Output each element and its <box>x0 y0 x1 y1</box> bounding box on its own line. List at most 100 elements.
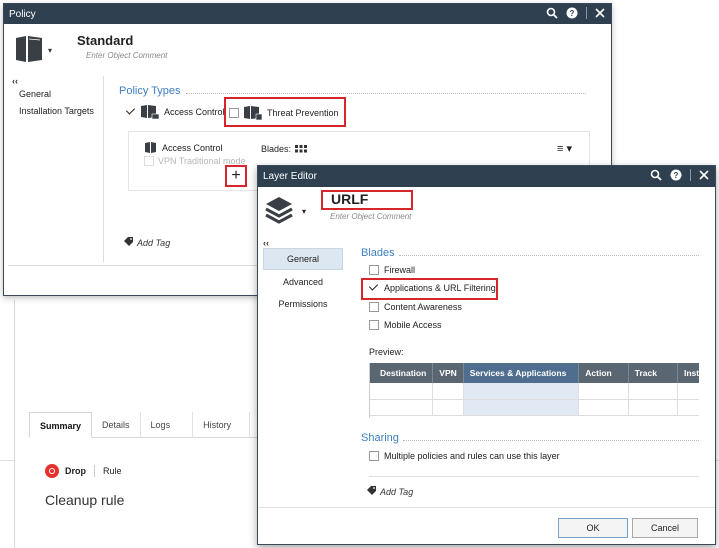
layer-name-row: Access Control <box>144 142 223 154</box>
tab-summary[interactable]: Summary <box>29 412 93 438</box>
blade-label: Mobile Access <box>384 320 442 330</box>
object-comment[interactable]: Enter Object Comment <box>86 51 167 60</box>
threat-prevention-option[interactable]: Threat Prevention <box>229 105 339 121</box>
object-name[interactable]: Standard <box>77 33 133 48</box>
layer-name[interactable]: Access Control <box>162 143 223 153</box>
tab-logs[interactable]: Logs <box>141 412 194 438</box>
divider <box>403 440 699 441</box>
object-comment[interactable]: Enter Object Comment <box>330 212 411 221</box>
divider <box>94 465 95 477</box>
column-header: Instal <box>677 363 699 383</box>
divider <box>0 460 14 461</box>
help-icon[interactable]: ? <box>566 7 578 19</box>
add-layer-button[interactable]: + <box>225 165 247 187</box>
firewall-checkbox[interactable] <box>369 265 379 275</box>
table-row <box>370 399 699 416</box>
mobile-access-checkbox[interactable] <box>369 320 379 330</box>
search-icon[interactable] <box>546 7 558 19</box>
chevron-down-icon[interactable]: ▾ <box>48 46 52 55</box>
add-tag-label: Add Tag <box>137 237 171 248</box>
blades-title: Blades <box>361 247 395 259</box>
ok-button[interactable]: OK <box>558 518 628 538</box>
blade-label: Firewall <box>384 265 416 275</box>
layer-editor-titlebar: Layer Editor ? <box>258 166 715 187</box>
column-header: Destination <box>370 363 434 383</box>
access-control-checkbox[interactable] <box>126 107 136 117</box>
nav-installation-targets[interactable]: Installation Targets <box>19 106 94 116</box>
divider <box>259 507 715 508</box>
column-header: VPN <box>432 363 464 383</box>
nav-permissions[interactable]: Permissions <box>263 294 343 314</box>
layers-icon[interactable] <box>264 194 294 227</box>
threat-prevention-checkbox[interactable] <box>229 108 239 118</box>
policy-titlebar: Policy ? <box>4 4 611 24</box>
blade-content-awareness[interactable]: Content Awareness <box>369 302 462 312</box>
rule-title: Cleanup rule <box>45 492 125 508</box>
book-icon[interactable] <box>14 35 44 66</box>
nav-general[interactable]: General <box>263 248 343 270</box>
threat-prevention-label: Threat Prevention <box>267 108 339 118</box>
sharing-option[interactable]: Multiple policies and rules can use this… <box>369 451 560 461</box>
nav-advanced[interactable]: Advanced <box>263 272 343 292</box>
sharing-checkbox[interactable] <box>369 451 379 461</box>
rule-action: Drop Rule <box>45 464 122 478</box>
tag-icon <box>124 237 133 248</box>
column-header: Track <box>628 363 678 383</box>
menu-icon[interactable]: ≡ ▾ <box>557 142 572 155</box>
policy-types-title: Policy Types <box>119 85 181 97</box>
window-title: Policy <box>9 8 36 20</box>
blade-mobile-access[interactable]: Mobile Access <box>369 320 442 330</box>
blades-row: Blades: <box>261 144 308 154</box>
close-icon[interactable] <box>699 170 709 180</box>
chevron-down-icon[interactable]: ▾ <box>302 207 306 216</box>
divider <box>186 93 586 94</box>
collapse-icon[interactable]: ‹‹ <box>12 76 18 86</box>
add-tag-link[interactable]: Add Tag <box>367 486 413 497</box>
close-icon[interactable] <box>595 8 605 18</box>
search-icon[interactable] <box>650 169 662 181</box>
blade-firewall[interactable]: Firewall <box>369 265 415 275</box>
cancel-button[interactable]: Cancel <box>632 518 698 538</box>
divider <box>586 7 587 19</box>
divider <box>399 255 699 256</box>
window-title: Layer Editor <box>263 171 317 182</box>
object-name[interactable]: URLF <box>331 191 368 207</box>
sharing-label: Multiple policies and rules can use this… <box>384 451 560 461</box>
sharing-title: Sharing <box>361 432 399 444</box>
rule-word: Rule <box>103 466 122 476</box>
blade-label: Applications & URL Filtering <box>384 283 496 293</box>
layers-book-icon <box>141 105 160 120</box>
help-icon[interactable]: ? <box>670 169 682 181</box>
policy-nav: General Installation Targets <box>19 89 94 123</box>
add-tag-label: Add Tag <box>380 486 414 497</box>
access-control-option[interactable]: Access Control <box>126 104 225 120</box>
access-control-label: Access Control <box>164 107 225 117</box>
url-filtering-checkbox[interactable] <box>369 283 379 293</box>
blade-label: Content Awareness <box>384 302 462 312</box>
vpn-checkbox[interactable] <box>144 156 154 166</box>
preview-label: Preview: <box>369 347 404 357</box>
collapse-icon[interactable]: ‹‹ <box>263 238 269 248</box>
table-header-row: Destination VPN Services & Applications … <box>370 363 699 383</box>
tab-history[interactable]: History <box>193 412 251 438</box>
blades-label: Blades: <box>261 144 292 154</box>
blade-app-url-filtering[interactable]: Applications & URL Filtering <box>369 283 496 293</box>
column-header: Services & Applications <box>463 363 580 383</box>
threat-book-icon <box>244 106 263 121</box>
svg-text:?: ? <box>570 9 575 18</box>
add-tag-link[interactable]: Add Tag <box>124 237 170 248</box>
content-awareness-checkbox[interactable] <box>369 302 379 312</box>
column-header: Action <box>578 363 629 383</box>
nav-general[interactable]: General <box>19 89 94 99</box>
action-label: Drop <box>65 466 86 476</box>
tab-details[interactable]: Details <box>92 412 141 438</box>
object-header: ▾ Standard Enter Object Comment <box>14 32 594 72</box>
summary-tabs: Summary Details Logs History <box>29 412 274 438</box>
divider <box>369 476 699 477</box>
drop-icon <box>45 464 59 478</box>
tag-icon <box>367 486 376 497</box>
layer-book-icon <box>145 142 156 153</box>
divider <box>690 169 691 181</box>
preview-table: Destination VPN Services & Applications … <box>369 363 699 418</box>
svg-text:?: ? <box>674 171 679 180</box>
